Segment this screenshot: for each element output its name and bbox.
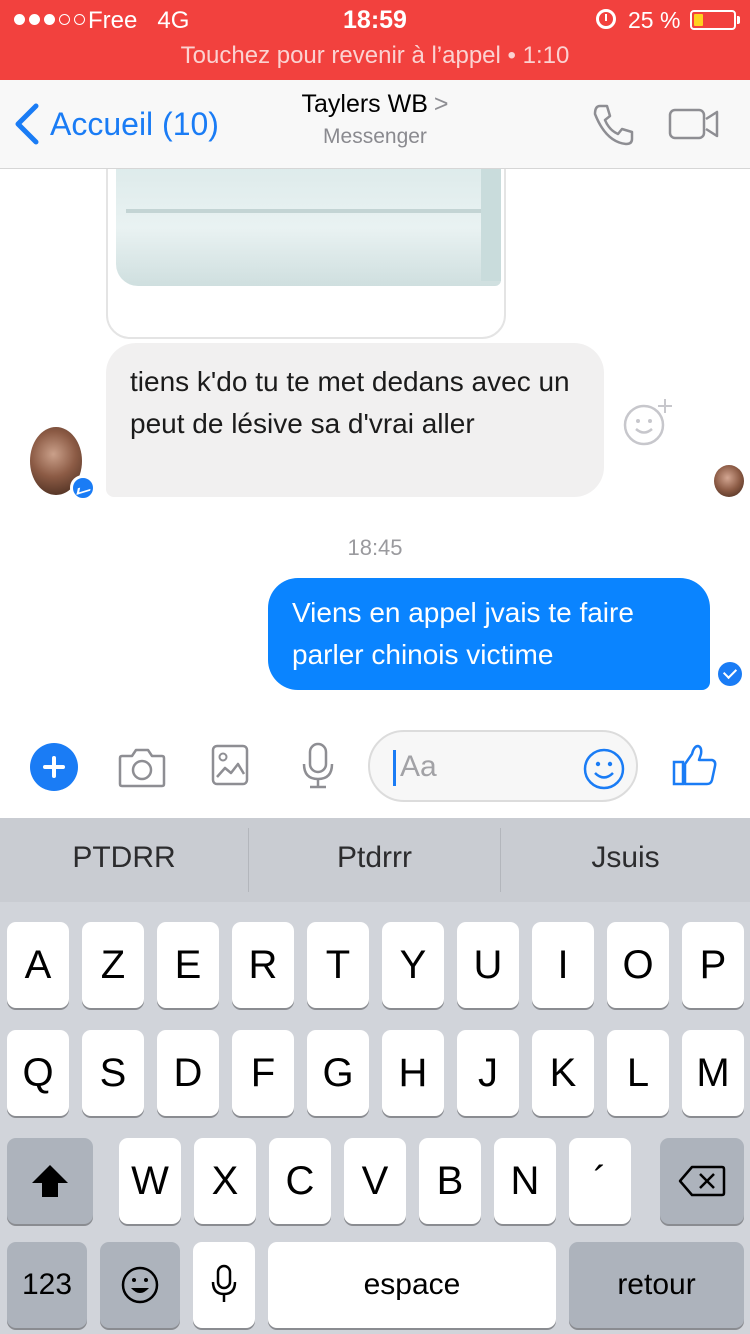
shift-key[interactable] bbox=[7, 1138, 93, 1224]
key-h[interactable]: H bbox=[382, 1030, 444, 1116]
key-g[interactable]: G bbox=[307, 1030, 369, 1116]
battery-tip bbox=[737, 16, 740, 24]
key-l[interactable]: L bbox=[607, 1030, 669, 1116]
key-e[interactable]: E bbox=[157, 922, 219, 1008]
prediction-2[interactable]: Ptdrrr bbox=[249, 818, 500, 902]
battery-icon bbox=[690, 10, 736, 30]
camera-icon[interactable] bbox=[118, 746, 166, 788]
thumbs-up-icon[interactable] bbox=[672, 742, 718, 788]
message-list[interactable]: tiens k'do tu te met dedans avec un peut… bbox=[0, 169, 750, 714]
contact-subtitle: Messenger bbox=[323, 125, 427, 148]
video-call-icon[interactable] bbox=[668, 108, 720, 140]
text-cursor bbox=[393, 750, 396, 786]
contact-avatar[interactable] bbox=[30, 427, 96, 501]
emoji-icon[interactable] bbox=[582, 747, 626, 791]
microphone-icon[interactable] bbox=[300, 742, 336, 790]
key-u[interactable]: U bbox=[457, 922, 519, 1008]
message-input[interactable]: Aa bbox=[368, 730, 638, 802]
battery-percent: 25 % bbox=[628, 7, 681, 33]
space-key[interactable]: espace bbox=[268, 1242, 556, 1328]
key-m[interactable]: M bbox=[682, 1030, 744, 1116]
delivered-check-icon bbox=[718, 662, 742, 686]
washing-machine-image bbox=[116, 169, 501, 286]
outgoing-message-bubble[interactable]: Viens en appel jvais te faire parler chi… bbox=[268, 578, 710, 690]
keyboard: PTDRR Ptdrrr Jsuis A Z E R T Y U I O P Q… bbox=[0, 818, 750, 1334]
key-t[interactable]: T bbox=[307, 922, 369, 1008]
key-n[interactable]: N bbox=[494, 1138, 556, 1224]
alarm-icon bbox=[596, 9, 616, 29]
status-row: Free 4G 18:59 25 % bbox=[0, 0, 750, 40]
key-f[interactable]: F bbox=[232, 1030, 294, 1116]
key-k[interactable]: K bbox=[532, 1030, 594, 1116]
key-p[interactable]: P bbox=[682, 922, 744, 1008]
shift-arrow-icon bbox=[32, 1165, 68, 1197]
dictation-microphone-icon bbox=[211, 1264, 237, 1302]
add-reaction-icon[interactable] bbox=[620, 397, 676, 447]
return-to-call-banner[interactable]: Touchez pour revenir à l’appel • 1:10 bbox=[0, 42, 750, 70]
contact-name[interactable]: Taylers WB > bbox=[0, 90, 750, 119]
chevron-right-icon: > bbox=[433, 90, 449, 118]
key-r[interactable]: R bbox=[232, 922, 294, 1008]
photo-gallery-icon[interactable] bbox=[211, 744, 249, 786]
key-y[interactable]: Y bbox=[382, 922, 444, 1008]
prediction-3[interactable]: Jsuis bbox=[501, 818, 750, 902]
emoji-keyboard-key[interactable] bbox=[100, 1242, 180, 1328]
messenger-badge-icon bbox=[70, 475, 96, 501]
key-q[interactable]: Q bbox=[7, 1030, 69, 1116]
key-z[interactable]: Z bbox=[82, 922, 144, 1008]
image-message[interactable] bbox=[106, 169, 506, 339]
delete-key[interactable] bbox=[660, 1138, 744, 1224]
return-key[interactable]: retour bbox=[569, 1242, 744, 1328]
key-x[interactable]: X bbox=[194, 1138, 256, 1224]
dictation-key[interactable] bbox=[193, 1242, 255, 1328]
key-o[interactable]: O bbox=[607, 922, 669, 1008]
key-v[interactable]: V bbox=[344, 1138, 406, 1224]
incoming-message-bubble[interactable]: tiens k'do tu te met dedans avec un peut… bbox=[106, 343, 604, 497]
key-i[interactable]: I bbox=[532, 922, 594, 1008]
seen-by-avatar bbox=[714, 465, 744, 497]
key-b[interactable]: B bbox=[419, 1138, 481, 1224]
predictive-bar: PTDRR Ptdrrr Jsuis bbox=[0, 818, 750, 902]
backspace-icon bbox=[678, 1165, 726, 1197]
key-w[interactable]: W bbox=[119, 1138, 181, 1224]
status-bar[interactable]: Free 4G 18:59 25 % Touchez pour revenir … bbox=[0, 0, 750, 80]
message-input-placeholder: Aa bbox=[400, 750, 437, 783]
phone-call-icon[interactable] bbox=[590, 102, 636, 148]
key-j[interactable]: J bbox=[457, 1030, 519, 1116]
emoji-keyboard-icon bbox=[121, 1266, 159, 1304]
key-accent[interactable]: ´ bbox=[569, 1138, 631, 1224]
key-d[interactable]: D bbox=[157, 1030, 219, 1116]
key-s[interactable]: S bbox=[82, 1030, 144, 1116]
key-a[interactable]: A bbox=[7, 922, 69, 1008]
message-timestamp: 18:45 bbox=[347, 535, 403, 560]
prediction-1[interactable]: PTDRR bbox=[0, 818, 248, 902]
conversation-header: Accueil (10) Taylers WB > Messenger bbox=[0, 80, 750, 169]
numbers-key[interactable]: 123 bbox=[7, 1242, 87, 1328]
message-composer: Aa bbox=[0, 714, 750, 818]
more-actions-button[interactable] bbox=[30, 743, 78, 791]
key-c[interactable]: C bbox=[269, 1138, 331, 1224]
